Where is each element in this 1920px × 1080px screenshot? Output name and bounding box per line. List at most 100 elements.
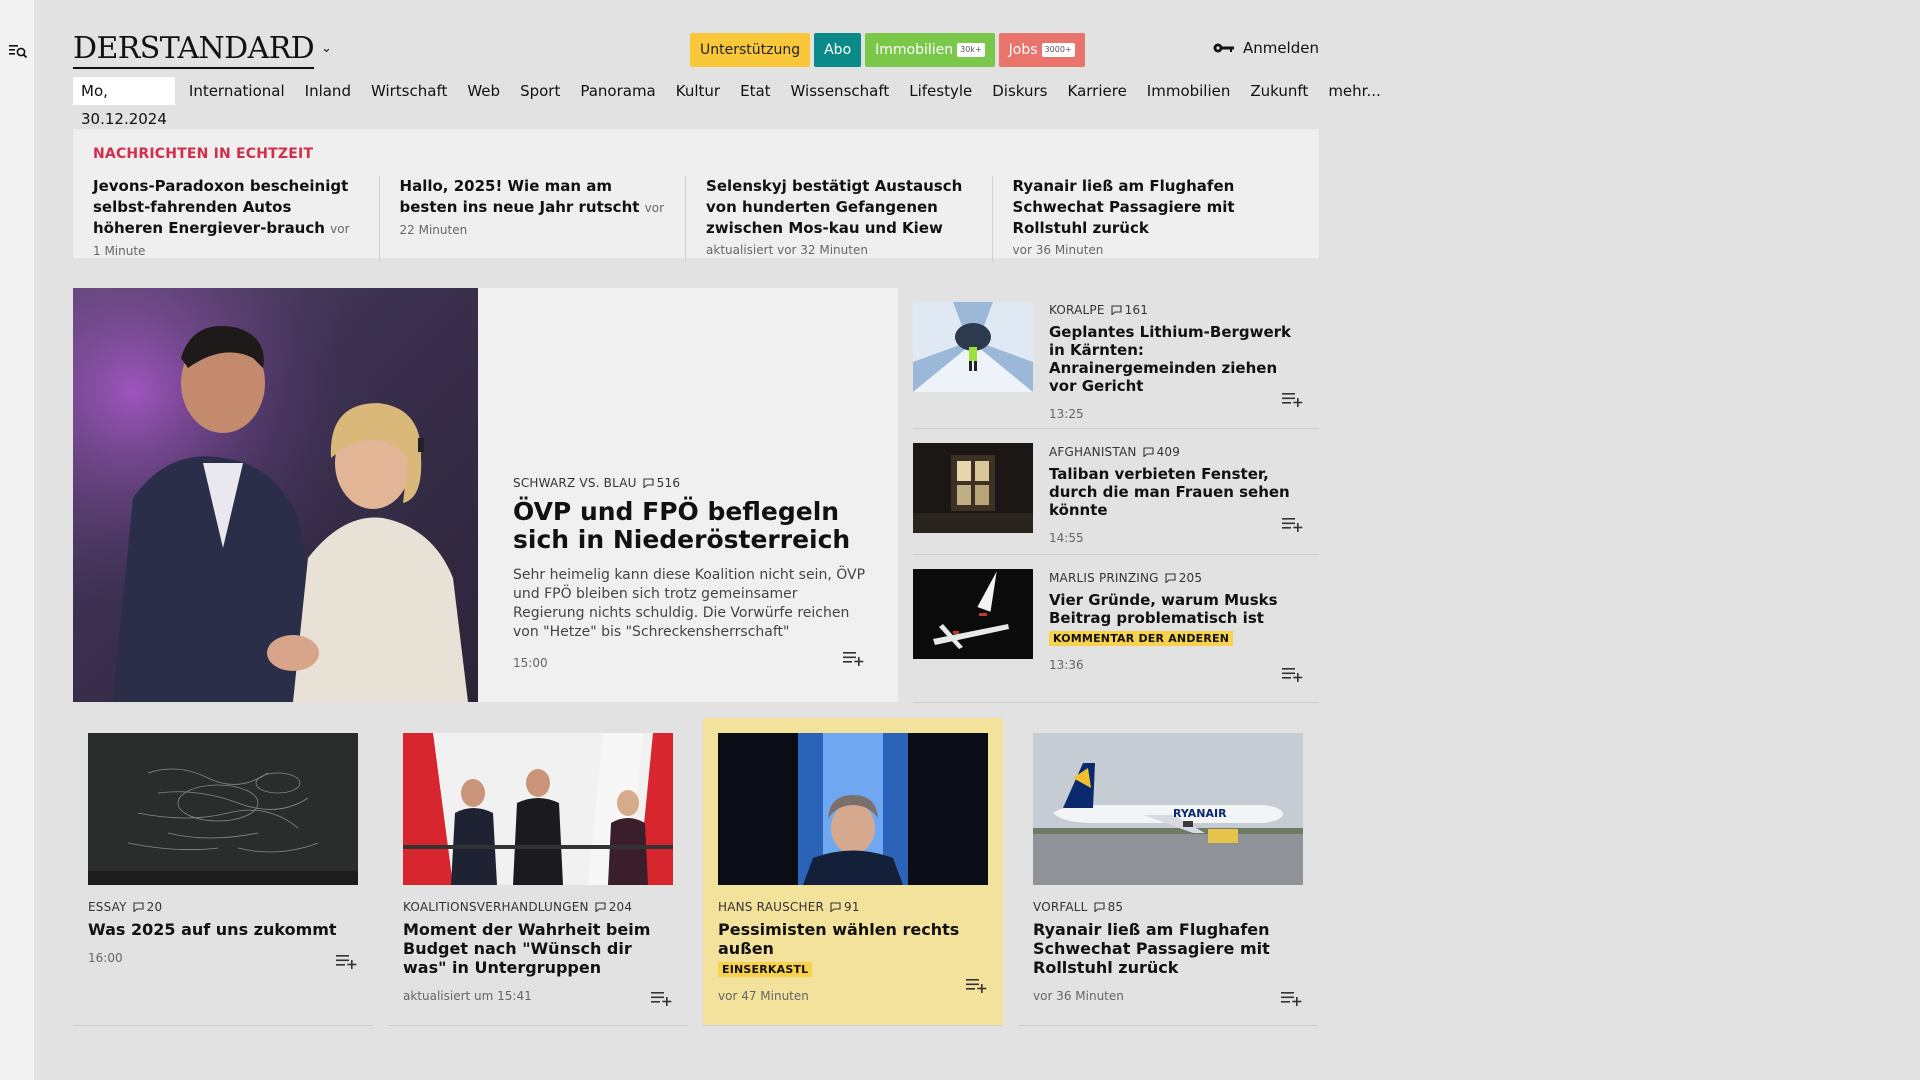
nav-item-wirtschaft[interactable]: Wirtschaft (371, 82, 447, 100)
hero-title[interactable]: ÖVP und FPÖ beflegeln sich in Niederöste… (513, 498, 868, 554)
side-article[interactable]: MARLIS PRINZING 205 Vier Gründe, warum M… (913, 555, 1319, 703)
card-time: 16:00 (88, 951, 123, 965)
nav-item-etat[interactable]: Etat (740, 82, 770, 100)
immobilien-label: Immobilien (875, 42, 954, 58)
nav-item-sport[interactable]: Sport (520, 82, 560, 100)
nav-item-more[interactable]: mehr... (1328, 82, 1380, 100)
comment-count-value: 91 (844, 900, 860, 914)
article-card[interactable]: ESSAY 20 Was 2025 auf uns zukommt 16:00 (73, 718, 373, 1026)
comment-count[interactable]: 204 (595, 900, 633, 914)
nav-item-web[interactable]: Web (467, 82, 500, 100)
hero-image (73, 288, 478, 702)
comment-count[interactable]: 516 (643, 476, 681, 490)
side-kicker: AFGHANISTAN (1049, 445, 1137, 459)
live-news-box: NACHRICHTEN IN ECHTZEIT Jevons-Paradoxon… (73, 129, 1319, 262)
add-to-list-icon[interactable] (336, 953, 358, 969)
comment-icon (1094, 902, 1105, 912)
live-news-title: Selenskyj bestätigt Austausch von hunder… (706, 177, 963, 237)
jobs-count-badge: 3000+ (1041, 43, 1075, 57)
comment-count[interactable]: 91 (830, 900, 860, 914)
side-article[interactable]: AFGHANISTAN 409 Taliban verbieten Fenste… (913, 429, 1319, 555)
add-to-list-icon[interactable] (1282, 516, 1304, 532)
jobs-button[interactable]: Jobs 3000+ (998, 33, 1085, 67)
comment-count[interactable]: 409 (1143, 445, 1181, 459)
comment-count-value: 516 (656, 476, 681, 490)
live-news-title: Ryanair ließ am Flughafen Schwechat Pass… (1012, 177, 1235, 237)
comment-count-value: 85 (1107, 900, 1124, 914)
current-date: Mo, 30.12.2024 (73, 77, 175, 128)
nav-item-kultur[interactable]: Kultur (676, 82, 720, 100)
login-label: Anmelden (1242, 39, 1319, 57)
article-card[interactable]: HANS RAUSCHER 91 Pessimisten wählen rech… (703, 718, 1003, 1026)
live-news-time: vor 36 Minuten (1012, 243, 1104, 257)
support-button[interactable]: Unterstützung (690, 33, 811, 67)
article-card[interactable]: KOALITIONSVERHANDLUNGEN 204 Moment der W… (388, 718, 688, 1026)
chevron-down-icon[interactable]: ⌄ (321, 41, 332, 56)
hero-kicker: SCHWARZ VS. BLAU (513, 476, 637, 490)
live-news-item[interactable]: Jevons-Paradoxon bescheinigt selbst-fahr… (93, 176, 380, 262)
jobs-label: Jobs (1008, 42, 1038, 58)
card-title[interactable]: Was 2025 auf uns zukommt (88, 920, 353, 939)
left-rail (0, 0, 34, 1080)
add-to-list-icon[interactable] (1282, 391, 1304, 407)
live-news-item[interactable]: Ryanair ließ am Flughafen Schwechat Pass… (1013, 176, 1299, 262)
comment-count[interactable]: 85 (1094, 900, 1124, 914)
card-title[interactable]: Ryanair ließ am Flughafen Schwechat Pass… (1033, 920, 1298, 977)
side-article-image (913, 443, 1033, 533)
menu-search-icon[interactable] (9, 43, 29, 59)
card-kicker: VORFALL (1033, 900, 1088, 914)
live-news-title: Jevons-Paradoxon bescheinigt selbst-fahr… (93, 177, 349, 237)
hero-article[interactable]: SCHWARZ VS. BLAU 516 ÖVP und FPÖ beflege… (73, 288, 898, 702)
card-kicker: KOALITIONSVERHANDLUNGEN (403, 900, 589, 914)
card-time: vor 36 Minuten (1033, 989, 1124, 1003)
card-title[interactable]: Pessimisten wählen rechts außen (718, 920, 983, 958)
nav-item-zukunft[interactable]: Zukunft (1250, 82, 1308, 100)
side-title[interactable]: Geplantes Lithium-Bergwerk in Kärnten: A… (1049, 323, 1294, 395)
abo-button[interactable]: Abo (814, 33, 862, 67)
card-image: RYANAIR (1033, 733, 1303, 885)
comment-icon (830, 902, 841, 912)
add-to-list-icon[interactable] (651, 990, 673, 1006)
side-article[interactable]: KORALPE 161 Geplantes Lithium-Bergwerk i… (913, 288, 1319, 429)
nav-item-karriere[interactable]: Karriere (1068, 82, 1127, 100)
nav-item-lifestyle[interactable]: Lifestyle (909, 82, 972, 100)
nav-item-immobilien[interactable]: Immobilien (1147, 82, 1231, 100)
live-news-label: NACHRICHTEN IN ECHTZEIT (93, 146, 314, 162)
hero-lead: Sehr heimelig kann diese Koalition nicht… (513, 567, 866, 640)
nav-item-diskurs[interactable]: Diskurs (992, 82, 1047, 100)
comment-count[interactable]: 205 (1165, 571, 1203, 585)
card-time: vor 47 Minuten (718, 989, 809, 1003)
add-to-list-icon[interactable] (1281, 990, 1303, 1006)
side-time: 13:25 (1049, 407, 1084, 421)
side-kicker: MARLIS PRINZING (1049, 571, 1159, 585)
comment-icon (1111, 305, 1122, 315)
immobilien-button[interactable]: Immobilien 30k+ (865, 33, 995, 67)
nav-item-panorama[interactable]: Panorama (580, 82, 655, 100)
comment-count-value: 161 (1124, 303, 1149, 317)
nav-item-international[interactable]: International (189, 82, 285, 100)
support-label: Unterstützung (700, 42, 801, 58)
add-to-list-icon[interactable] (1282, 666, 1304, 682)
live-news-item[interactable]: Hallo, 2025! Wie man am besten ins neue … (400, 176, 687, 262)
card-title[interactable]: Moment der Wahrheit beim Budget nach "Wü… (403, 920, 668, 977)
card-image (403, 733, 673, 885)
nav-item-inland[interactable]: Inland (305, 82, 351, 100)
side-time: 13:36 (1049, 658, 1084, 672)
comment-count[interactable]: 161 (1111, 303, 1149, 317)
site-logo[interactable]: DERSTANDARD (73, 31, 315, 69)
side-title[interactable]: Taliban verbieten Fenster, durch die man… (1049, 465, 1294, 519)
card-kicker: HANS RAUSCHER (718, 900, 825, 914)
comment-count-value: 204 (608, 900, 633, 914)
nav-item-wissenschaft[interactable]: Wissenschaft (791, 82, 890, 100)
comment-count[interactable]: 20 (133, 900, 163, 914)
card-time: aktualisiert um 15:41 (403, 989, 532, 1003)
add-to-list-icon[interactable] (843, 650, 865, 666)
live-news-item[interactable]: Selenskyj bestätigt Austausch von hunder… (706, 176, 993, 262)
side-title[interactable]: Vier Gründe, warum Musks Beitrag problem… (1049, 591, 1294, 627)
login-button[interactable]: Anmelden (1213, 39, 1319, 57)
article-card[interactable]: RYANAIR VORFALL 85 Ryanair ließ am Flugh… (1018, 718, 1318, 1026)
comment-count-value: 20 (146, 900, 163, 914)
add-to-list-icon[interactable] (966, 977, 988, 993)
side-article-list: KORALPE 161 Geplantes Lithium-Bergwerk i… (913, 288, 1319, 703)
card-image (88, 733, 358, 885)
